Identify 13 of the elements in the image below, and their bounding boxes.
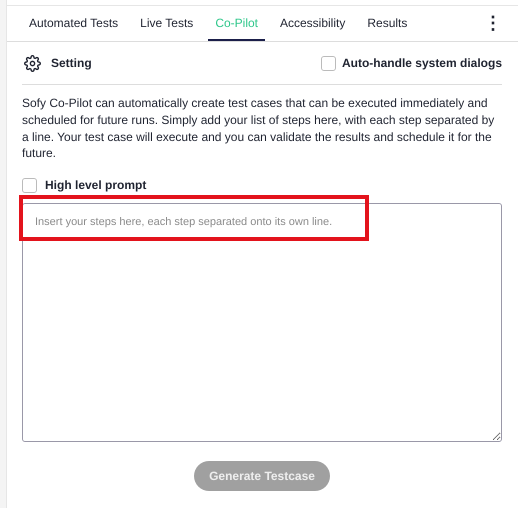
tab[interactable]: Automated Tests	[22, 6, 126, 41]
auto-handle-label: Auto-handle system dialogs	[342, 55, 502, 72]
tab[interactable]: Results	[360, 6, 414, 41]
more-menu-button[interactable]: ⋮	[468, 6, 518, 41]
settings-icon	[24, 54, 41, 72]
description-text: Sofy Co-Pilot can automatically create test cases that can be executed immediately and scheduled for future runs. Simply add your list of steps here, with each step separated by a line. Your test case will execute and you can validate the results and schedule it for the future.	[22, 95, 496, 162]
setting-label: Setting	[51, 55, 92, 72]
tab[interactable]: Accessibility	[273, 6, 352, 41]
high-level-prompt-checkbox[interactable]	[22, 178, 37, 193]
steps-field[interactable]: Insert your steps here, each step separated onto its own line.	[22, 203, 502, 442]
high-level-prompt-label: High level prompt	[45, 177, 146, 194]
tab[interactable]: Live Tests	[133, 6, 200, 41]
auto-handle-checkbox[interactable]	[320, 56, 336, 70]
